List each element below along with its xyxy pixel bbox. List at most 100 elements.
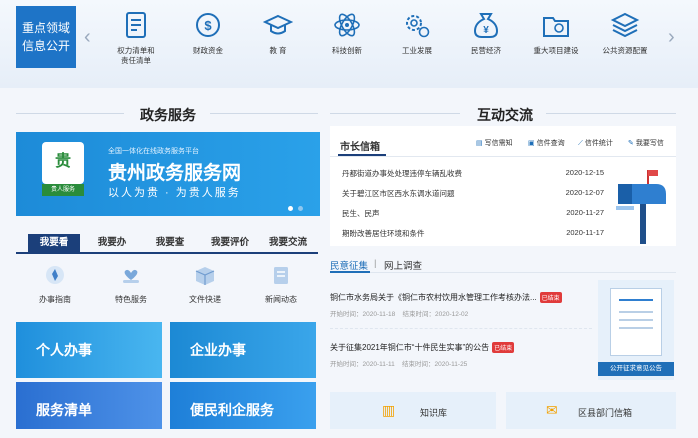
letter-title: 关于碧江区市区西水东调水道问题	[342, 189, 455, 198]
construction-folder-icon	[543, 17, 569, 37]
letter-date: 2020-12-15	[565, 168, 604, 177]
service-label: 新闻动态	[265, 295, 297, 304]
letter-row[interactable]: 关于碧江区市区西水东调水道问题 2020-12-07	[342, 188, 604, 199]
tab-online-survey[interactable]: 网上调查	[384, 258, 422, 272]
tab-evaluate[interactable]: 我要评价	[200, 234, 260, 252]
gov-service-banner[interactable]: 贵 贵人服务 全国一体化在线政务服务平台 贵州政务服务网 以人为贵 · 为贵人服…	[16, 132, 320, 216]
status-badge: 已结束	[539, 292, 562, 303]
tab-handle[interactable]: 我要办	[86, 234, 138, 252]
letter-title: 丹都街道办事处处理违停车辆乱收费	[342, 169, 462, 178]
top-category-bar: 重点领域 信息公开 ‹ › 权力清单和 责任清单 $ 财政资金 教 育 科技创新…	[0, 0, 698, 88]
category-public-resources[interactable]: 公共资源配置	[592, 10, 658, 56]
pen-icon: ✎	[628, 140, 634, 147]
divider	[210, 113, 318, 114]
bottom-links: ▥ 知识库 ✉ 区县部门信箱	[330, 392, 676, 429]
category-label: 重大项目建设	[533, 46, 579, 55]
banner-subtitle: 全国一体化在线政务服务平台	[108, 148, 199, 155]
notice-title: 铜仁市水务局关于《铜仁市农村饮用水管理工作考核办法...	[330, 293, 537, 302]
service-news[interactable]: 新闻动态	[256, 264, 306, 305]
tile-enterprise-affairs[interactable]: 企业办事	[170, 322, 316, 378]
divider	[330, 272, 676, 273]
service-file-delivery[interactable]: 文件快递	[180, 264, 230, 305]
letter-row[interactable]: 民生、民声 2020-11-27	[342, 208, 604, 219]
tile-personal-affairs[interactable]: 个人办事	[16, 322, 162, 378]
carousel-dot[interactable]	[298, 206, 303, 211]
service-label: 文件快递	[189, 295, 221, 304]
notice-meta: 开始时间：2020-11-18 结束时间：2020-12-02	[330, 311, 469, 318]
svg-text:¥: ¥	[483, 25, 489, 36]
list-document-icon	[126, 12, 146, 38]
category-industry[interactable]: 工业发展	[384, 10, 450, 56]
svg-text:$: $	[204, 18, 212, 33]
category-private-economy[interactable]: ¥ 民营经济	[453, 10, 519, 56]
district-mailbox-link[interactable]: ✉ 区县部门信箱	[506, 392, 676, 429]
tab-opinion-collection[interactable]: 民意征集	[330, 258, 368, 272]
category-tech[interactable]: 科技创新	[314, 10, 380, 56]
service-guide[interactable]: 办事指南	[30, 264, 80, 305]
letter-title: 期盼改善居住环境和条件	[342, 229, 425, 238]
category-label: 财政资金	[193, 46, 223, 55]
graduation-cap-icon	[263, 14, 293, 35]
letter-date: 2020-11-27	[566, 208, 604, 217]
card-label: 公开征求意见公告	[598, 362, 674, 376]
divider	[330, 113, 460, 114]
search-document-icon: ▣	[528, 140, 535, 147]
letter-date: 2020-11-17	[566, 228, 604, 237]
section-title-gov-services: 政务服务	[140, 107, 196, 123]
notice-meta: 开始时间：2020-11-11 结束时间：2020-11-25	[330, 361, 468, 368]
tab-mayor-mailbox[interactable]: 市长信箱	[340, 138, 380, 153]
category-label: 权力清单和 责任清单	[117, 46, 155, 65]
tab-communicate[interactable]: 我要交流	[258, 234, 318, 252]
category-education[interactable]: 教 育	[245, 10, 311, 56]
layers-icon	[610, 12, 640, 38]
tab-query[interactable]: 我要查	[144, 234, 196, 252]
category-label: 民营经济	[471, 46, 501, 55]
category-major-projects[interactable]: 重大项目建设	[523, 10, 589, 56]
public-opinion-panel: 民意征集 | 网上调查 铜仁市水务局关于《铜仁市农村饮用水管理工作考核办法...…	[330, 258, 676, 388]
chevron-right-icon[interactable]: ›	[668, 26, 675, 49]
divider	[330, 156, 676, 157]
carousel-dot[interactable]	[288, 206, 293, 211]
action-label: 信件统计	[584, 140, 613, 147]
letter-query-link[interactable]: ▣ 信件查询	[528, 138, 565, 148]
action-label: 写信需知	[484, 140, 513, 147]
book-icon: ▥	[382, 402, 396, 418]
service-featured[interactable]: 特色服务	[106, 264, 156, 305]
letter-row[interactable]: 丹都街道办事处处理违停车辆乱收费 2020-12-15	[342, 168, 604, 179]
notice-item[interactable]: 关于征集2021年铜仁市“十件民生实事”的公告 已结束	[330, 342, 590, 353]
compass-icon	[46, 266, 64, 284]
money-coin-icon: $	[196, 13, 220, 37]
letter-row[interactable]: 期盼改善居住环境和条件 2020-11-17	[342, 228, 604, 239]
service-label: 办事指南	[39, 295, 71, 304]
box-icon	[195, 267, 215, 285]
public-comment-card[interactable]: 公开征求意见公告	[598, 280, 674, 380]
document-icon	[610, 288, 662, 356]
gov-tabs: 我要看 我要办 我要查 我要评价 我要交流	[16, 234, 318, 254]
letter-stats-link[interactable]: ⟋ 信件统计	[578, 138, 613, 148]
letter-notice-link[interactable]: ▤ 写信需知	[476, 138, 513, 148]
category-label: 工业发展	[402, 46, 432, 55]
divider	[16, 113, 124, 114]
letter-date: 2020-12-07	[565, 188, 604, 197]
tab-underline	[330, 271, 370, 273]
mayor-mailbox-panel: 市长信箱 ▤ 写信需知 ▣ 信件查询 ⟋ 信件统计 ✎ 我要写信 丹都街道办事处…	[330, 126, 676, 246]
public-info-button[interactable]: 重点领域 信息公开	[16, 6, 76, 68]
envelope-icon: ✉	[546, 402, 558, 418]
banner-title: 贵州政务服务网	[108, 163, 242, 184]
tile-convenience-service[interactable]: 便民利企服务	[170, 382, 316, 429]
knowledge-base-link[interactable]: ▥ 知识库	[330, 392, 496, 429]
write-letter-link[interactable]: ✎ 我要写信	[628, 138, 664, 148]
divider	[330, 328, 592, 329]
category-power-list[interactable]: 权力清单和 责任清单	[103, 10, 169, 66]
tab-view[interactable]: 我要看	[28, 234, 80, 252]
category-label: 公共资源配置	[602, 46, 648, 55]
notice-item[interactable]: 铜仁市水务局关于《铜仁市农村饮用水管理工作考核办法... 已结束	[330, 292, 590, 303]
tab-separator: |	[374, 258, 377, 269]
action-label: 信件查询	[536, 140, 565, 147]
category-label: 科技创新	[332, 46, 362, 55]
chevron-left-icon[interactable]: ‹	[84, 26, 91, 49]
category-finance[interactable]: $ 财政资金	[175, 10, 241, 56]
tile-service-list[interactable]: 服务清单	[16, 382, 162, 429]
mailbox-icon	[616, 170, 666, 244]
money-bag-icon: ¥	[473, 13, 499, 38]
